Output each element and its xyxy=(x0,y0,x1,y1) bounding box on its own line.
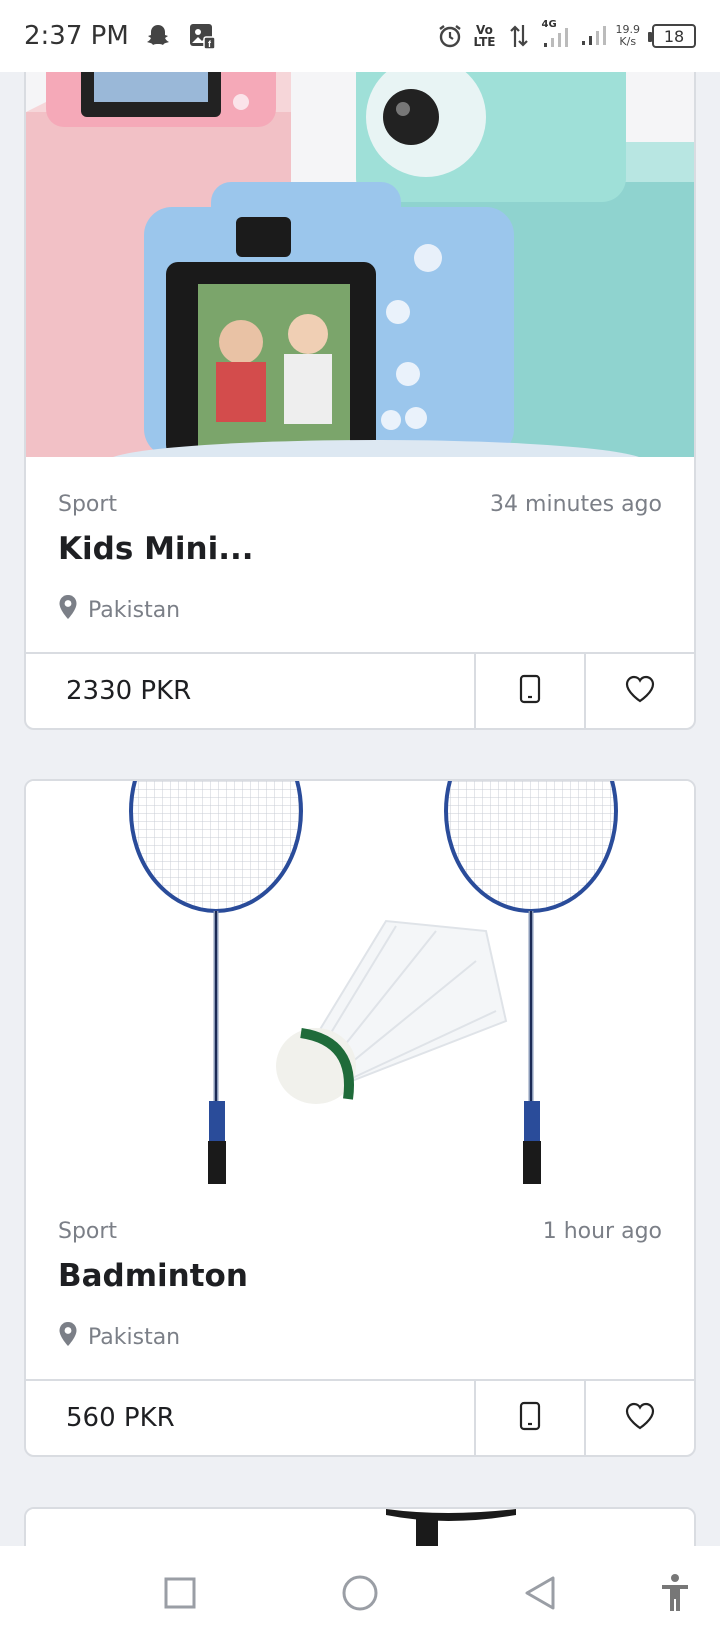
network-speed: 19.9 K/s xyxy=(615,23,641,48)
listing-location: Pakistan xyxy=(58,593,662,627)
favorite-button[interactable] xyxy=(584,654,694,728)
location-text: Pakistan xyxy=(88,597,181,623)
location-pin-icon xyxy=(58,1321,78,1353)
battery-icon: 18 xyxy=(648,24,696,48)
home-icon[interactable] xyxy=(330,1563,390,1623)
alarm-icon xyxy=(435,21,465,51)
badminton-photo[interactable] xyxy=(26,781,694,1184)
listing-price: 2330 PKR xyxy=(66,676,192,706)
recent-apps-icon[interactable] xyxy=(150,1563,210,1623)
listing-card[interactable]: Sport 1 hour ago Badminton Pakistan 560 … xyxy=(24,779,696,1457)
call-button[interactable] xyxy=(474,1381,584,1455)
system-nav-bar xyxy=(0,1546,720,1640)
listing-price: 560 PKR xyxy=(66,1403,175,1433)
heart-icon xyxy=(625,1402,655,1434)
snapchat-icon xyxy=(143,21,173,51)
favorite-button[interactable] xyxy=(584,1381,694,1455)
listing-card[interactable]: Sport 34 minutes ago Kids Mini... Pakist… xyxy=(24,20,696,730)
facebook-gallery-icon: f xyxy=(187,21,217,51)
listing-time: 1 hour ago xyxy=(542,1218,662,1244)
battery-level: 18 xyxy=(663,26,685,46)
listing-location: Pakistan xyxy=(58,1320,662,1354)
signal-icon: 4G xyxy=(542,19,572,49)
listing-title[interactable]: Badminton xyxy=(58,1258,662,1300)
status-time: 2:37 PM xyxy=(24,21,129,51)
heart-icon xyxy=(625,675,655,707)
location-text: Pakistan xyxy=(88,1324,181,1350)
network-type: 4G xyxy=(541,19,557,30)
phone-icon xyxy=(519,1401,541,1435)
data-arrows-icon xyxy=(504,21,534,51)
back-icon[interactable] xyxy=(510,1563,570,1623)
phone-icon xyxy=(519,674,541,708)
accessibility-icon[interactable] xyxy=(645,1563,705,1623)
listing-time: 34 minutes ago xyxy=(490,491,662,517)
signal-2-icon xyxy=(580,21,608,51)
listing-title[interactable]: Kids Mini... xyxy=(58,531,662,573)
listing-category: Sport xyxy=(58,491,118,517)
kids-camera-photo[interactable] xyxy=(26,22,694,457)
call-button[interactable] xyxy=(474,654,584,728)
volte-icon: Vo LTE xyxy=(473,23,496,49)
location-pin-icon xyxy=(58,594,78,626)
status-bar: 2:37 PM f Vo LTE 4G 19.9 K/s 18 xyxy=(0,0,720,72)
listing-category: Sport xyxy=(58,1218,118,1244)
